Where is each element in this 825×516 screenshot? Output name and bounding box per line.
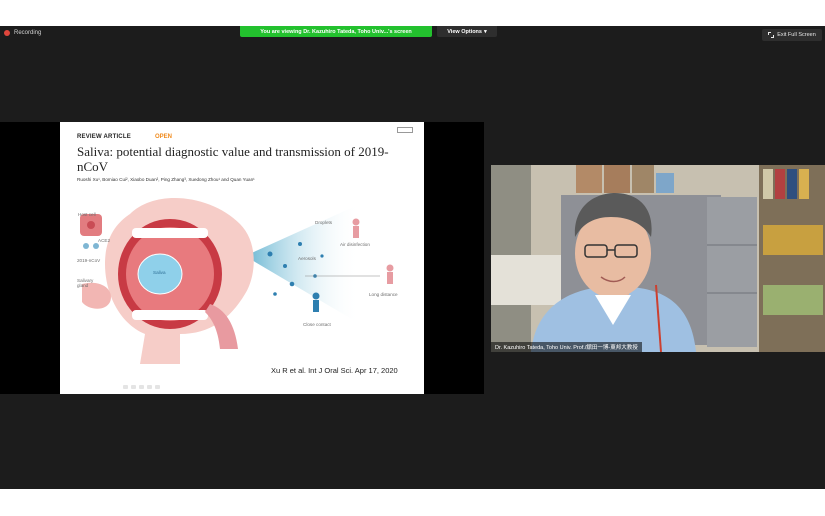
view-options-button[interactable]: View Options ▾ xyxy=(437,26,497,37)
slide-authors: Ruoshi Xu¹, Bomiao Cui², Xiaobo Duan², P… xyxy=(77,177,255,182)
article-type-label: REVIEW ARTICLE xyxy=(77,134,131,140)
virus-label: 2019-nCoV xyxy=(77,258,101,263)
participant-name-caption: Dr. Kazuhiro Tateda, Toho Univ. Prof./舘田… xyxy=(491,342,642,352)
close-contact-label: Close contact xyxy=(303,322,331,327)
slide-control-icon[interactable] xyxy=(131,385,136,389)
recording-dot-icon xyxy=(4,30,10,36)
slide-control-icon[interactable] xyxy=(123,385,128,389)
recording-indicator[interactable]: Recording xyxy=(4,30,41,36)
slide-citation: Xu R et al. Int J Oral Sci. Apr 17, 2020 xyxy=(271,366,398,375)
droplets-label: Droplets xyxy=(315,220,333,225)
meeting-top-bar: Recording You are viewing Dr. Kazuhiro T… xyxy=(0,26,825,46)
exit-full-screen-button[interactable]: Exit Full Screen xyxy=(762,29,822,41)
saliva-transmission-figure xyxy=(80,197,394,364)
presentation-slide: REVIEW ARTICLE OPEN Saliva: potential di… xyxy=(60,122,424,394)
exit-full-screen-label: Exit Full Screen xyxy=(777,32,816,38)
air-disinfection-label: Air disinfection xyxy=(340,242,370,247)
viewing-screen-banner: You are viewing Dr. Kazuhiro Tateda, Toh… xyxy=(240,26,432,37)
slide-control-icon[interactable] xyxy=(147,385,152,389)
ace2-label: ACE2 xyxy=(98,238,111,243)
open-access-label: OPEN xyxy=(155,134,173,140)
aerosols-label: Aerosols xyxy=(298,256,316,261)
long-distance-label: Long distance xyxy=(369,292,398,297)
slide-control-icon[interactable] xyxy=(155,385,160,389)
view-options-label: View Options xyxy=(447,28,482,35)
journal-logo-icon xyxy=(397,127,413,133)
slide-controls[interactable] xyxy=(123,385,160,389)
participant-video-tile[interactable]: Dr. Kazuhiro Tateda, Toho Univ. Prof./舘田… xyxy=(491,165,825,352)
participant-video-feed xyxy=(491,165,825,352)
salivary-gland-label: Salivary gland xyxy=(77,278,94,288)
chevron-down-icon: ▾ xyxy=(483,28,487,35)
host-cell-label: Host cell xyxy=(78,212,96,217)
recording-label: Recording xyxy=(14,30,42,36)
slide-control-icon[interactable] xyxy=(139,385,144,389)
shared-screen: REVIEW ARTICLE OPEN Saliva: potential di… xyxy=(0,122,484,394)
exit-fullscreen-icon xyxy=(768,32,775,38)
saliva-label: Saliva xyxy=(153,270,166,275)
zoom-meeting-window: Recording You are viewing Dr. Kazuhiro T… xyxy=(0,26,825,489)
slide-title: Saliva: potential diagnostic value and t… xyxy=(77,144,389,174)
